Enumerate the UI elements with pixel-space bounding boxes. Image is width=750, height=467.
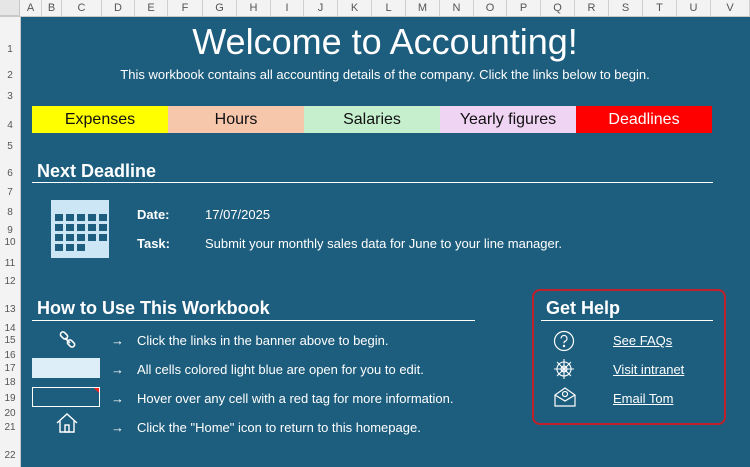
column-header[interactable]: C [62,0,102,16]
row-header[interactable]: 1 [0,44,20,55]
calendar-icon [49,198,111,265]
row-header[interactable]: 11 [0,258,20,269]
get-help-heading: Get Help [546,298,621,318]
column-header[interactable]: J [304,0,338,16]
row-header[interactable]: 6 [0,168,20,179]
column-header[interactable]: P [507,0,541,16]
row-header[interactable]: 7 [0,187,20,198]
arrow-icon: → [111,333,124,348]
row-header-bar: 1 2 3 4 5 6 7 8 9 10 11 12 13 14 15 16 1… [0,17,21,467]
column-header[interactable]: B [42,0,62,16]
row-header[interactable]: 15 [0,335,20,346]
email-icon [553,386,577,413]
how-to-heading: How to Use This Workbook [37,298,270,318]
question-icon [553,330,575,357]
email-tom-link[interactable]: Email Tom [613,391,673,406]
banner-link-yearly-figures[interactable]: Yearly figures [440,106,576,133]
home-icon[interactable] [55,412,79,439]
row-header[interactable]: 8 [0,207,20,218]
row-header[interactable]: 12 [0,276,20,287]
row-header[interactable]: 10 [0,237,20,248]
column-header[interactable]: L [372,0,406,16]
column-header[interactable]: D [102,0,135,16]
section-divider [32,320,475,321]
row-header[interactable]: 22 [0,450,20,461]
select-all-corner[interactable] [0,0,20,16]
row-header[interactable]: 19 [0,393,20,404]
section-divider [32,182,713,183]
red-tag-cell-swatch [32,387,100,407]
banner-link-expenses[interactable]: Expenses [32,106,168,133]
page-subtitle: This workbook contains all accounting de… [120,67,650,82]
task-label: Task: [137,236,170,251]
row-header[interactable]: 5 [0,141,20,152]
how-to-step: All cells colored light blue are open fo… [137,362,424,377]
column-header[interactable]: M [406,0,440,16]
page-title: Welcome to Accounting! [192,21,578,62]
column-header[interactable]: H [237,0,271,16]
row-header[interactable]: 16 [0,350,20,361]
how-to-step: Click the links in the banner above to b… [137,333,389,348]
column-header[interactable]: V [711,0,750,16]
column-header[interactable]: G [203,0,237,16]
row-header[interactable]: 18 [0,377,20,388]
next-deadline-heading: Next Deadline [37,161,157,181]
column-header[interactable]: T [643,0,677,16]
column-header[interactable]: Q [541,0,575,16]
row-header[interactable]: 4 [0,120,20,131]
column-header[interactable]: S [609,0,643,16]
row-header[interactable]: 14 [0,323,20,334]
column-header[interactable]: I [271,0,304,16]
row-header[interactable]: 21 [0,422,20,433]
banner-link-hours[interactable]: Hours [168,106,304,133]
row-header[interactable]: 17 [0,363,20,374]
arrow-icon: → [111,391,124,406]
section-divider [541,320,713,321]
row-header[interactable]: 20 [0,408,20,419]
navigation-banner: Expenses Hours Salaries Yearly figures D… [32,106,712,133]
visit-intranet-link[interactable]: Visit intranet [613,362,684,377]
column-header[interactable]: A [20,0,42,16]
task-value: Submit your monthly sales data for June … [205,236,562,251]
how-to-step: Click the "Home" icon to return to this … [137,420,421,435]
column-header-bar: A B C D E F G H I J K L M N O P Q R S T … [0,0,750,17]
how-to-step: Hover over any cell with a red tag for m… [137,391,454,406]
row-header[interactable]: 2 [0,70,20,81]
date-value: 17/07/2025 [205,207,271,222]
see-faqs-link[interactable]: See FAQs [613,333,672,348]
arrow-icon: → [111,420,124,435]
column-header[interactable]: E [135,0,168,16]
row-header[interactable]: 3 [0,91,20,102]
web-icon [553,358,575,385]
row-header[interactable]: 9 [0,225,20,236]
banner-link-deadlines[interactable]: Deadlines [576,106,712,133]
column-header[interactable]: F [168,0,203,16]
column-header[interactable]: O [474,0,507,16]
column-header[interactable]: N [440,0,474,16]
arrow-icon: → [111,362,124,377]
row-header[interactable]: 13 [0,304,20,315]
date-label: Date: [137,207,170,222]
column-header[interactable]: K [338,0,372,16]
banner-link-salaries[interactable]: Salaries [304,106,440,133]
red-tag-indicator [94,388,99,393]
column-header[interactable]: U [677,0,711,16]
column-header[interactable]: R [575,0,609,16]
light-blue-cell-swatch [32,358,100,378]
link-icon [58,330,78,355]
